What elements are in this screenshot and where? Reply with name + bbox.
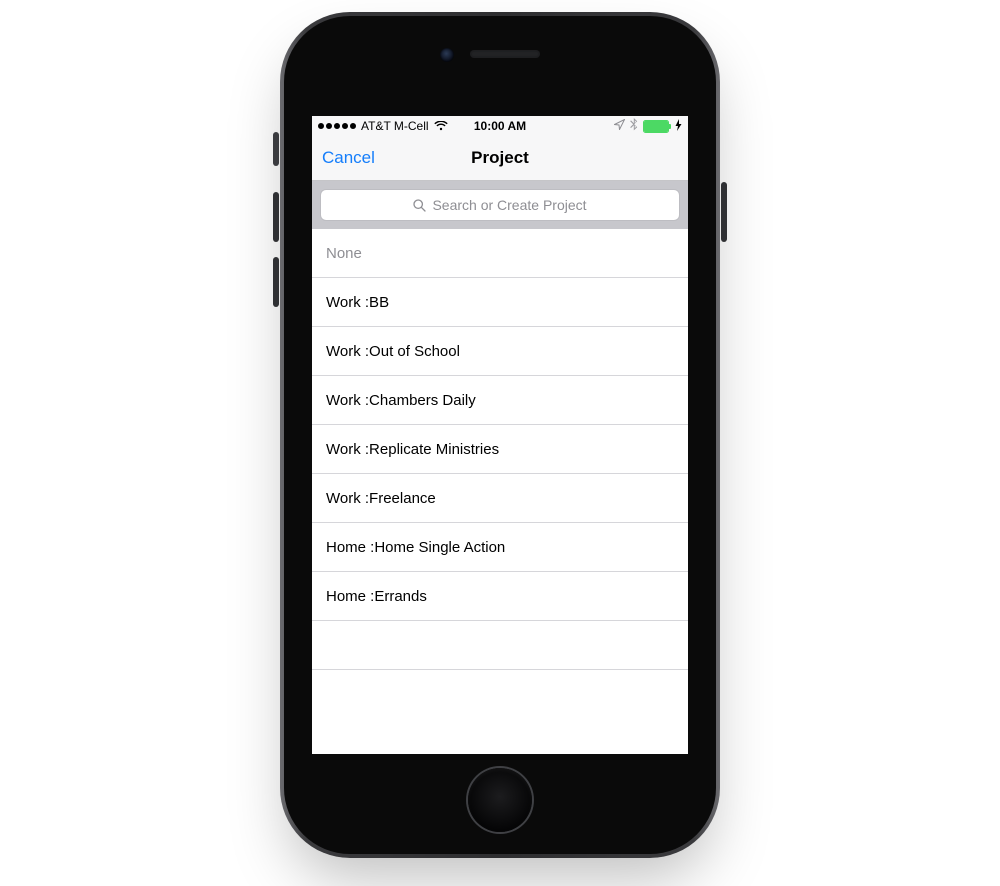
carrier-label: AT&T M-Cell — [361, 119, 429, 133]
list-item[interactable]: Home :Home Single Action — [312, 523, 688, 572]
page-title: Project — [471, 148, 529, 168]
cell-signal-icon — [318, 123, 356, 129]
search-placeholder: Search or Create Project — [432, 197, 586, 213]
earpiece-speaker — [470, 50, 540, 58]
search-bar: Search or Create Project — [312, 181, 688, 229]
wifi-icon — [434, 121, 448, 131]
list-item-label: Work :Freelance — [326, 490, 436, 507]
volume-up-button — [273, 192, 279, 242]
battery-icon — [643, 120, 669, 133]
list-item-label: Work :Chambers Daily — [326, 392, 476, 409]
project-list: None Work :BB Work :Out of School Work :… — [312, 229, 688, 718]
front-camera — [440, 48, 454, 62]
battery-charging-icon — [675, 119, 682, 134]
list-item[interactable]: Work :Out of School — [312, 327, 688, 376]
list-item-label: Home :Home Single Action — [326, 539, 505, 556]
list-item-label: Work :Out of School — [326, 343, 460, 360]
ringer-switch — [273, 132, 279, 166]
list-item[interactable]: Work :Freelance — [312, 474, 688, 523]
cancel-button[interactable]: Cancel — [322, 148, 375, 168]
list-item-none[interactable]: None — [312, 229, 688, 278]
device-inner: AT&T M-Cell 10:00 AM — [284, 16, 716, 854]
bluetooth-icon — [630, 118, 638, 134]
list-item-label: Work :BB — [326, 294, 389, 311]
list-item-label: Home :Errands — [326, 588, 427, 605]
device-frame: AT&T M-Cell 10:00 AM — [280, 12, 720, 858]
list-item[interactable]: Home :Errands — [312, 572, 688, 621]
search-input[interactable]: Search or Create Project — [320, 189, 680, 221]
search-icon — [413, 199, 426, 212]
location-icon — [614, 119, 625, 133]
list-item[interactable]: Work :BB — [312, 278, 688, 327]
list-item[interactable]: Work :Chambers Daily — [312, 376, 688, 425]
list-item-label: None — [326, 245, 362, 262]
status-bar-left: AT&T M-Cell — [318, 119, 448, 133]
list-item[interactable]: Work :Replicate Ministries — [312, 425, 688, 474]
screen: AT&T M-Cell 10:00 AM — [312, 116, 688, 754]
status-bar: AT&T M-Cell 10:00 AM — [312, 116, 688, 136]
volume-down-button — [273, 257, 279, 307]
status-bar-clock: 10:00 AM — [474, 119, 526, 133]
home-button[interactable] — [468, 768, 532, 832]
list-item-empty — [312, 621, 688, 670]
list-item-label: Work :Replicate Ministries — [326, 441, 499, 458]
list-item-empty — [312, 670, 688, 718]
nav-bar: Cancel Project — [312, 136, 688, 181]
status-bar-right — [614, 118, 682, 134]
power-button — [721, 182, 727, 242]
